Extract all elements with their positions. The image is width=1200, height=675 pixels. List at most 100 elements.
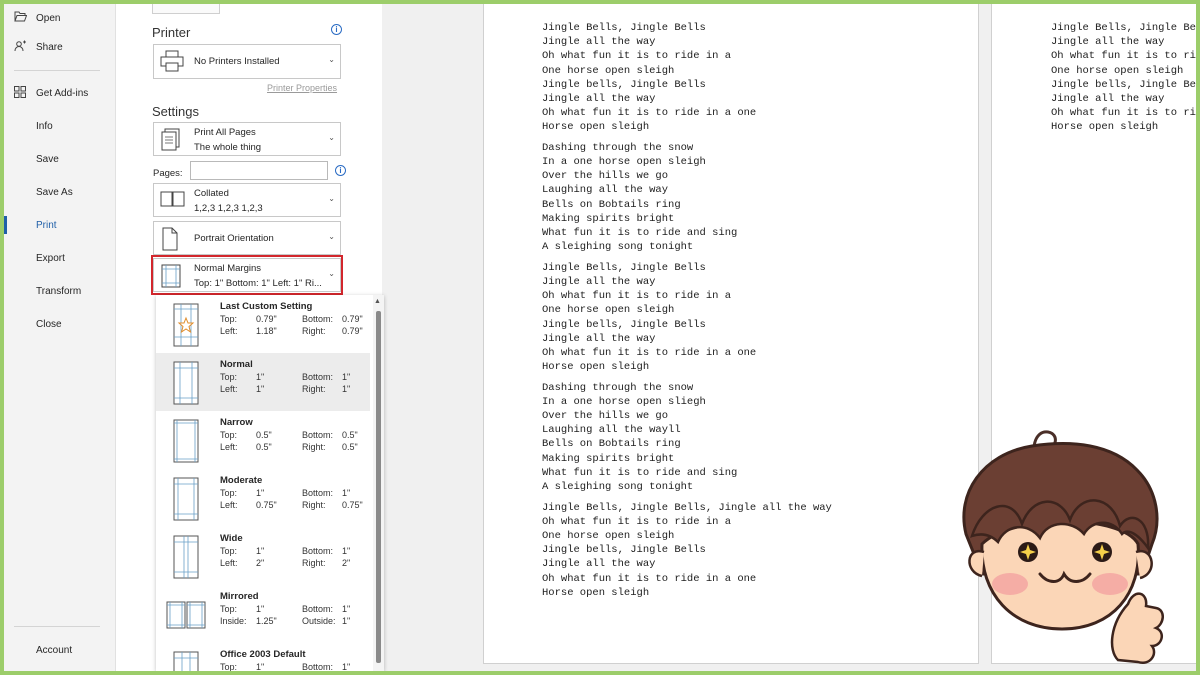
folder-open-icon	[14, 11, 34, 25]
margin-label: Bottom:	[302, 662, 334, 671]
lyric-line: Over the hills we go	[542, 410, 669, 423]
margin-option-name: Mirrored	[220, 591, 259, 602]
margin-values-row: Top: 1" Bottom: 1"	[220, 546, 350, 556]
margin-label: Right:	[302, 326, 326, 336]
nav-open[interactable]: Open	[4, 4, 116, 32]
portrait-page-icon	[160, 227, 182, 251]
scrollbar[interactable]: ▲	[373, 295, 384, 671]
share-icon	[14, 40, 34, 55]
lyric-line: Making spirits bright	[542, 452, 675, 465]
margin-option-narrow[interactable]: Narrow Top: 0.5" Bottom: 0.5" Left: 0.5" Right:…	[156, 411, 370, 469]
margin-label: Top:	[220, 372, 238, 382]
chevron-down-icon: ⌄	[328, 55, 335, 64]
printer-icon	[160, 50, 184, 72]
margin-values-row: Left: 1" Right: 1"	[220, 384, 350, 394]
page-margins-icon	[166, 360, 206, 406]
nav-save[interactable]: Save	[4, 145, 116, 173]
lyric-line: Jingle bells, Jingle Bells	[542, 78, 706, 91]
margin-label: Top:	[220, 662, 238, 671]
orientation-dropdown[interactable]: Portrait Orientation ⌄	[153, 221, 341, 255]
lyric-line: Jingle Bells, Jingle Bells	[542, 22, 706, 34]
chevron-down-icon: ⌄	[328, 269, 335, 278]
nav-export[interactable]: Export	[4, 244, 116, 272]
settings-heading: Settings	[152, 104, 199, 119]
printer-dropdown[interactable]: No Printers Installed ⌄	[153, 44, 341, 79]
margin-label: Bottom:	[302, 372, 334, 382]
scroll-thumb[interactable]	[376, 311, 381, 663]
grid-icon	[14, 85, 34, 101]
margin-label: Left:	[220, 558, 238, 568]
margin-label: Outside:	[302, 616, 336, 626]
lyric-line: Horse open sleigh	[542, 361, 650, 374]
nav-share[interactable]: Share	[4, 33, 116, 61]
scroll-up-icon[interactable]: ▲	[374, 298, 381, 305]
margin-value: 0.5"	[256, 430, 272, 440]
margin-option-name: Last Custom Setting	[220, 301, 313, 312]
print-button-stub[interactable]	[152, 4, 220, 14]
margins-menu: Last Custom Setting Top: 0.79" Bottom: 0.79"…	[156, 295, 384, 671]
page-margins-icon	[160, 264, 182, 288]
margin-option-name: Office 2003 Default	[220, 649, 306, 660]
lyric-line: Jingle all the way	[542, 332, 656, 345]
lyric-line: Jingle all the way	[542, 275, 656, 288]
nav-divider	[14, 626, 100, 627]
pages-label: Pages:	[153, 168, 183, 179]
margin-option-mirrored[interactable]: Mirrored Top: 1" Bottom: 1" Inside: 1.25" Outsi…	[156, 585, 370, 643]
collated-icon	[160, 189, 185, 211]
collation-dropdown[interactable]: Collated 1,2,3 1,2,3 1,2,3 ⌄	[153, 183, 341, 217]
margins-dropdown[interactable]: Normal Margins Top: 1" Bottom: 1" Left: …	[153, 258, 341, 292]
page-margins-icon	[166, 476, 206, 522]
print-range-dropdown[interactable]: Print All Pages The whole thing ⌄	[153, 122, 341, 156]
margin-label: Left:	[220, 500, 238, 510]
margin-values-row: Top: 1" Bottom: 1"	[220, 372, 350, 382]
pages-stack-icon	[160, 128, 182, 151]
lyric-line: Jingle bells, Jingle Bells	[542, 318, 706, 331]
lyric-line: Making spirits bright	[542, 212, 675, 225]
lyric-line: Bells on Bobtails ring	[542, 438, 681, 451]
lyric-line: Oh what fun it is to ri	[1051, 50, 1196, 63]
margin-values-row: Top: 1" Bottom: 1"	[220, 604, 350, 614]
nav-transform[interactable]: Transform	[4, 277, 116, 305]
printer-properties-link[interactable]: Printer Properties	[267, 83, 337, 93]
nav-close[interactable]: Close	[4, 310, 116, 338]
nav-account[interactable]: Account	[4, 636, 116, 664]
lyric-line: What fun it is to ride and sing	[542, 227, 738, 240]
pages-input[interactable]	[190, 161, 328, 180]
chevron-down-icon: ⌄	[328, 133, 335, 142]
nav-divider	[14, 70, 100, 71]
margin-values-row: Left: 0.5" Right: 0.5"	[220, 442, 358, 452]
lyric-line: Oh what fun it is to ri	[1051, 107, 1196, 120]
nav-get-add-ins[interactable]: Get Add-ins	[4, 79, 116, 107]
lyric-line: Over the hills we go	[542, 170, 669, 183]
margin-label: Right:	[302, 500, 326, 510]
margin-option-normal[interactable]: Normal Top: 1" Bottom: 1" Left: 1" Right: 1"	[156, 353, 370, 411]
margin-label: Top:	[220, 314, 238, 324]
margin-option-office-2003-default[interactable]: Office 2003 Default Top: 1" Bottom: 1"	[156, 643, 370, 671]
margin-value: 1"	[256, 662, 265, 671]
margin-option-name: Wide	[220, 533, 243, 544]
margin-value: 1"	[256, 488, 265, 498]
margin-label: Top:	[220, 546, 238, 556]
margin-value: 1"	[256, 546, 265, 556]
page-margins-icon	[166, 418, 206, 464]
info-icon[interactable]: i	[335, 165, 346, 176]
margin-values-row: Top: 0.5" Bottom: 0.5"	[220, 430, 358, 440]
margin-option-wide[interactable]: Wide Top: 1" Bottom: 1" Left: 2" Right: 2"	[156, 527, 370, 585]
margin-option-moderate[interactable]: Moderate Top: 1" Bottom: 1" Left: 0.75" Right: 0…	[156, 469, 370, 527]
margin-value: 1"	[256, 604, 265, 614]
margin-option-last-custom-setting[interactable]: Last Custom Setting Top: 0.79" Bottom: 0.79"…	[156, 295, 370, 353]
info-icon[interactable]: i	[331, 24, 342, 35]
nav-info[interactable]: Info	[4, 112, 116, 140]
margin-label: Left:	[220, 384, 238, 394]
lyric-line: Oh what fun it is to ride in a	[542, 515, 732, 528]
margin-label: Right:	[302, 384, 326, 394]
margin-value: 1"	[256, 372, 265, 382]
margin-value: 1"	[342, 604, 351, 614]
nav-save-as[interactable]: Save As	[4, 178, 116, 206]
page-margins-icon	[166, 650, 206, 671]
lyric-line: Bells on Bobtails ring	[542, 198, 681, 211]
nav-print[interactable]: Print	[4, 211, 116, 239]
margin-value: 1"	[342, 372, 351, 382]
margin-value: 0.79"	[342, 314, 363, 324]
lyric-line: Jingle Bells, Jingle Bells	[542, 261, 706, 274]
